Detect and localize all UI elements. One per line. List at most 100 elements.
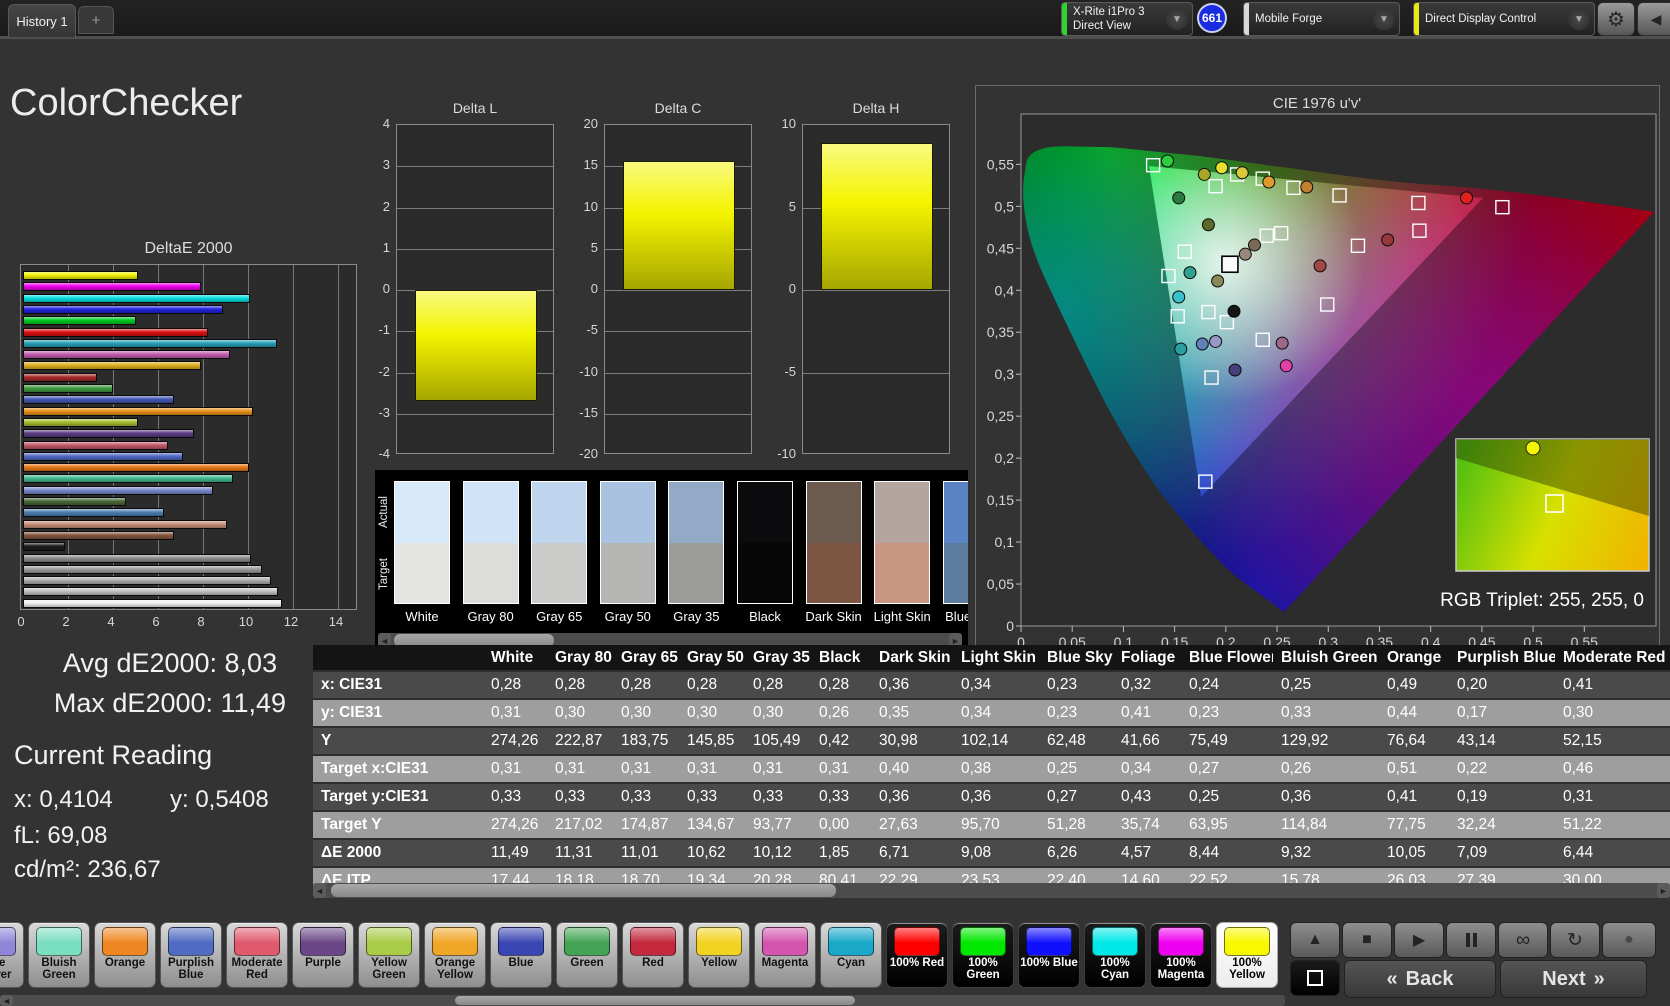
reading-fl: fL: 69,08 bbox=[14, 822, 108, 849]
app-window: History 1 + X-Rite i1Pro 3 Direct View ▼ … bbox=[0, 0, 1670, 1006]
scroll-left-icon[interactable]: ◄ bbox=[0, 995, 13, 1006]
pause-button[interactable] bbox=[1446, 922, 1496, 958]
patch-button-100-yellow[interactable]: 100% Yellow bbox=[1216, 922, 1278, 988]
workflow-dropdown[interactable]: Direct Display Control ▼ bbox=[1413, 2, 1595, 36]
patch-color-chip bbox=[1026, 927, 1072, 956]
patch-button-100-cyan[interactable]: 100% Cyan bbox=[1084, 922, 1146, 988]
loop-button[interactable]: ↻ bbox=[1550, 922, 1600, 958]
measurement-table-wrap: White Gray 80 Gray 65 Gray 50 Gray 35 Black Da… bbox=[313, 645, 1670, 894]
table-row: Target y:CIE31 0,33 0,33 0,33 0,33 0,33 0,33 0,… bbox=[313, 782, 1670, 811]
svg-text:0,25: 0,25 bbox=[987, 408, 1014, 424]
table-cell: 11,49 bbox=[483, 838, 547, 867]
patch-button-blue[interactable]: Blue bbox=[490, 922, 552, 988]
cie-measured-point bbox=[1160, 154, 1174, 168]
collapse-panel-icon[interactable]: ◀ bbox=[1637, 2, 1670, 36]
table-row-label: y: CIE31 bbox=[313, 698, 483, 727]
next-button[interactable]: Next » bbox=[1500, 960, 1647, 998]
table-scrollbar-thumb[interactable] bbox=[331, 884, 836, 897]
patch-button-label: Purple bbox=[305, 957, 341, 969]
continuous-measure-button[interactable]: ∞ bbox=[1498, 922, 1548, 958]
deltae-bar-cyan bbox=[23, 338, 278, 348]
patch-bar-scrollbar[interactable]: ◄ bbox=[0, 995, 1285, 1006]
patch-button-yellow[interactable]: Yellow bbox=[688, 922, 750, 988]
deltae-bar-gray-50 bbox=[23, 564, 262, 574]
cie-measured-point bbox=[1275, 336, 1289, 350]
patch-button-yellow-green[interactable]: Yellow Green bbox=[358, 922, 420, 988]
patch-button-100-blue[interactable]: 100% Blue bbox=[1018, 922, 1080, 988]
play-button[interactable]: ▶ bbox=[1394, 922, 1444, 958]
table-cell: 0,41 bbox=[1113, 698, 1181, 727]
patch-button-100-green[interactable]: 100% Green bbox=[952, 922, 1014, 988]
patch-color-chip bbox=[300, 927, 346, 956]
patch-color-chip bbox=[36, 927, 82, 956]
table-cell: 0,28 bbox=[745, 670, 811, 699]
patch-button-blue-flower[interactable]: Blue Flower bbox=[0, 922, 24, 988]
back-button[interactable]: « Back bbox=[1344, 960, 1496, 998]
swatch-white bbox=[394, 481, 450, 604]
patch-button-moderate-red[interactable]: Moderate Red bbox=[226, 922, 288, 988]
patch-button-purple[interactable]: Purple bbox=[292, 922, 354, 988]
stop-button[interactable]: ■ bbox=[1342, 922, 1392, 958]
scroll-left-icon[interactable]: ◄ bbox=[313, 883, 326, 898]
deltae-bar-blue-flower bbox=[23, 485, 213, 495]
cie-measured-point bbox=[1197, 167, 1211, 181]
patch-button-purplish-blue[interactable]: Purplish Blue bbox=[160, 922, 222, 988]
patch-button-100-red[interactable]: 100% Red bbox=[886, 922, 948, 988]
table-cell: 0,36 bbox=[871, 670, 953, 699]
patch-button-red[interactable]: Red bbox=[622, 922, 684, 988]
patch-button-orange-yellow[interactable]: Orange Yellow bbox=[424, 922, 486, 988]
table-column-header: Bluish Green bbox=[1273, 645, 1379, 671]
status-indicator-button[interactable]: ● bbox=[1602, 922, 1656, 958]
patch-button-label: Yellow Green bbox=[371, 957, 407, 982]
add-tab-button[interactable]: + bbox=[78, 6, 114, 34]
measurement-count-badge[interactable]: 661 bbox=[1197, 3, 1227, 33]
swatch-light-skin bbox=[874, 481, 931, 604]
table-cell: 0,24 bbox=[1181, 670, 1273, 699]
patch-button-magenta[interactable]: Magenta bbox=[754, 922, 816, 988]
swatch-label: Black bbox=[749, 609, 781, 624]
delta-y-tick: -5 bbox=[586, 322, 598, 338]
cie-measured-point bbox=[1279, 359, 1293, 373]
patch-button-100-magenta[interactable]: 100% Magenta bbox=[1150, 922, 1212, 988]
table-cell: 0,28 bbox=[613, 670, 679, 699]
pattern-window-button[interactable] bbox=[1290, 960, 1340, 996]
table-column-header: Gray 80 bbox=[547, 645, 613, 671]
gear-icon[interactable]: ⚙ bbox=[1597, 2, 1635, 36]
cie-measured-point bbox=[1313, 259, 1327, 273]
tab-history-1[interactable]: History 1 bbox=[8, 4, 76, 37]
table-cell: 0,27 bbox=[1181, 754, 1273, 783]
table-cell: 0,17 bbox=[1449, 698, 1555, 727]
delta-y-tick: -10 bbox=[579, 363, 598, 379]
patch-button-bluish-green[interactable]: Bluish Green bbox=[28, 922, 90, 988]
table-cell: 0,31 bbox=[483, 754, 547, 783]
table-cell: 9,32 bbox=[1273, 838, 1379, 867]
patch-button-label: Bluish Green bbox=[41, 957, 77, 982]
table-cell: 0,31 bbox=[613, 754, 679, 783]
swatch-label: Dark Skin bbox=[805, 609, 862, 624]
patch-color-chip bbox=[762, 927, 808, 956]
table-cell: 0,31 bbox=[745, 754, 811, 783]
delta_h-chart bbox=[802, 124, 950, 454]
table-cell: 95,70 bbox=[953, 810, 1039, 839]
patch-bar-scrollbar-thumb[interactable] bbox=[455, 996, 855, 1005]
table-cell: 62,48 bbox=[1039, 726, 1113, 755]
patch-button-cyan[interactable]: Cyan bbox=[820, 922, 882, 988]
table-cell: 10,12 bbox=[745, 838, 811, 867]
table-cell: 6,71 bbox=[871, 838, 953, 867]
up-arrow-button[interactable]: ▲ bbox=[1290, 922, 1340, 958]
table-scrollbar[interactable]: ◄ ► bbox=[313, 883, 1670, 898]
cie-measured-point bbox=[1248, 238, 1262, 252]
scroll-right-icon[interactable]: ► bbox=[1657, 883, 1670, 898]
meter-dropdown-label: X-Rite i1Pro 3 Direct View bbox=[1073, 5, 1145, 32]
meter-dropdown[interactable]: X-Rite i1Pro 3 Direct View ▼ bbox=[1061, 2, 1193, 36]
table-row-label: ΔE 2000 bbox=[313, 838, 483, 867]
patch-button-orange[interactable]: Orange bbox=[94, 922, 156, 988]
patch-color-chip bbox=[1224, 927, 1270, 956]
delta-y-tick: -4 bbox=[378, 446, 390, 461]
patch-button-green[interactable]: Green bbox=[556, 922, 618, 988]
source-dropdown[interactable]: Mobile Forge ▼ bbox=[1243, 2, 1400, 36]
deltae-bar-light-skin bbox=[23, 519, 228, 529]
cie-measured-point bbox=[1381, 233, 1395, 247]
table-row: ΔE 2000 11,49 11,31 11,01 10,62 10,12 1,85 6,71… bbox=[313, 838, 1670, 867]
patch-button-label: 100% Blue bbox=[1020, 957, 1078, 969]
